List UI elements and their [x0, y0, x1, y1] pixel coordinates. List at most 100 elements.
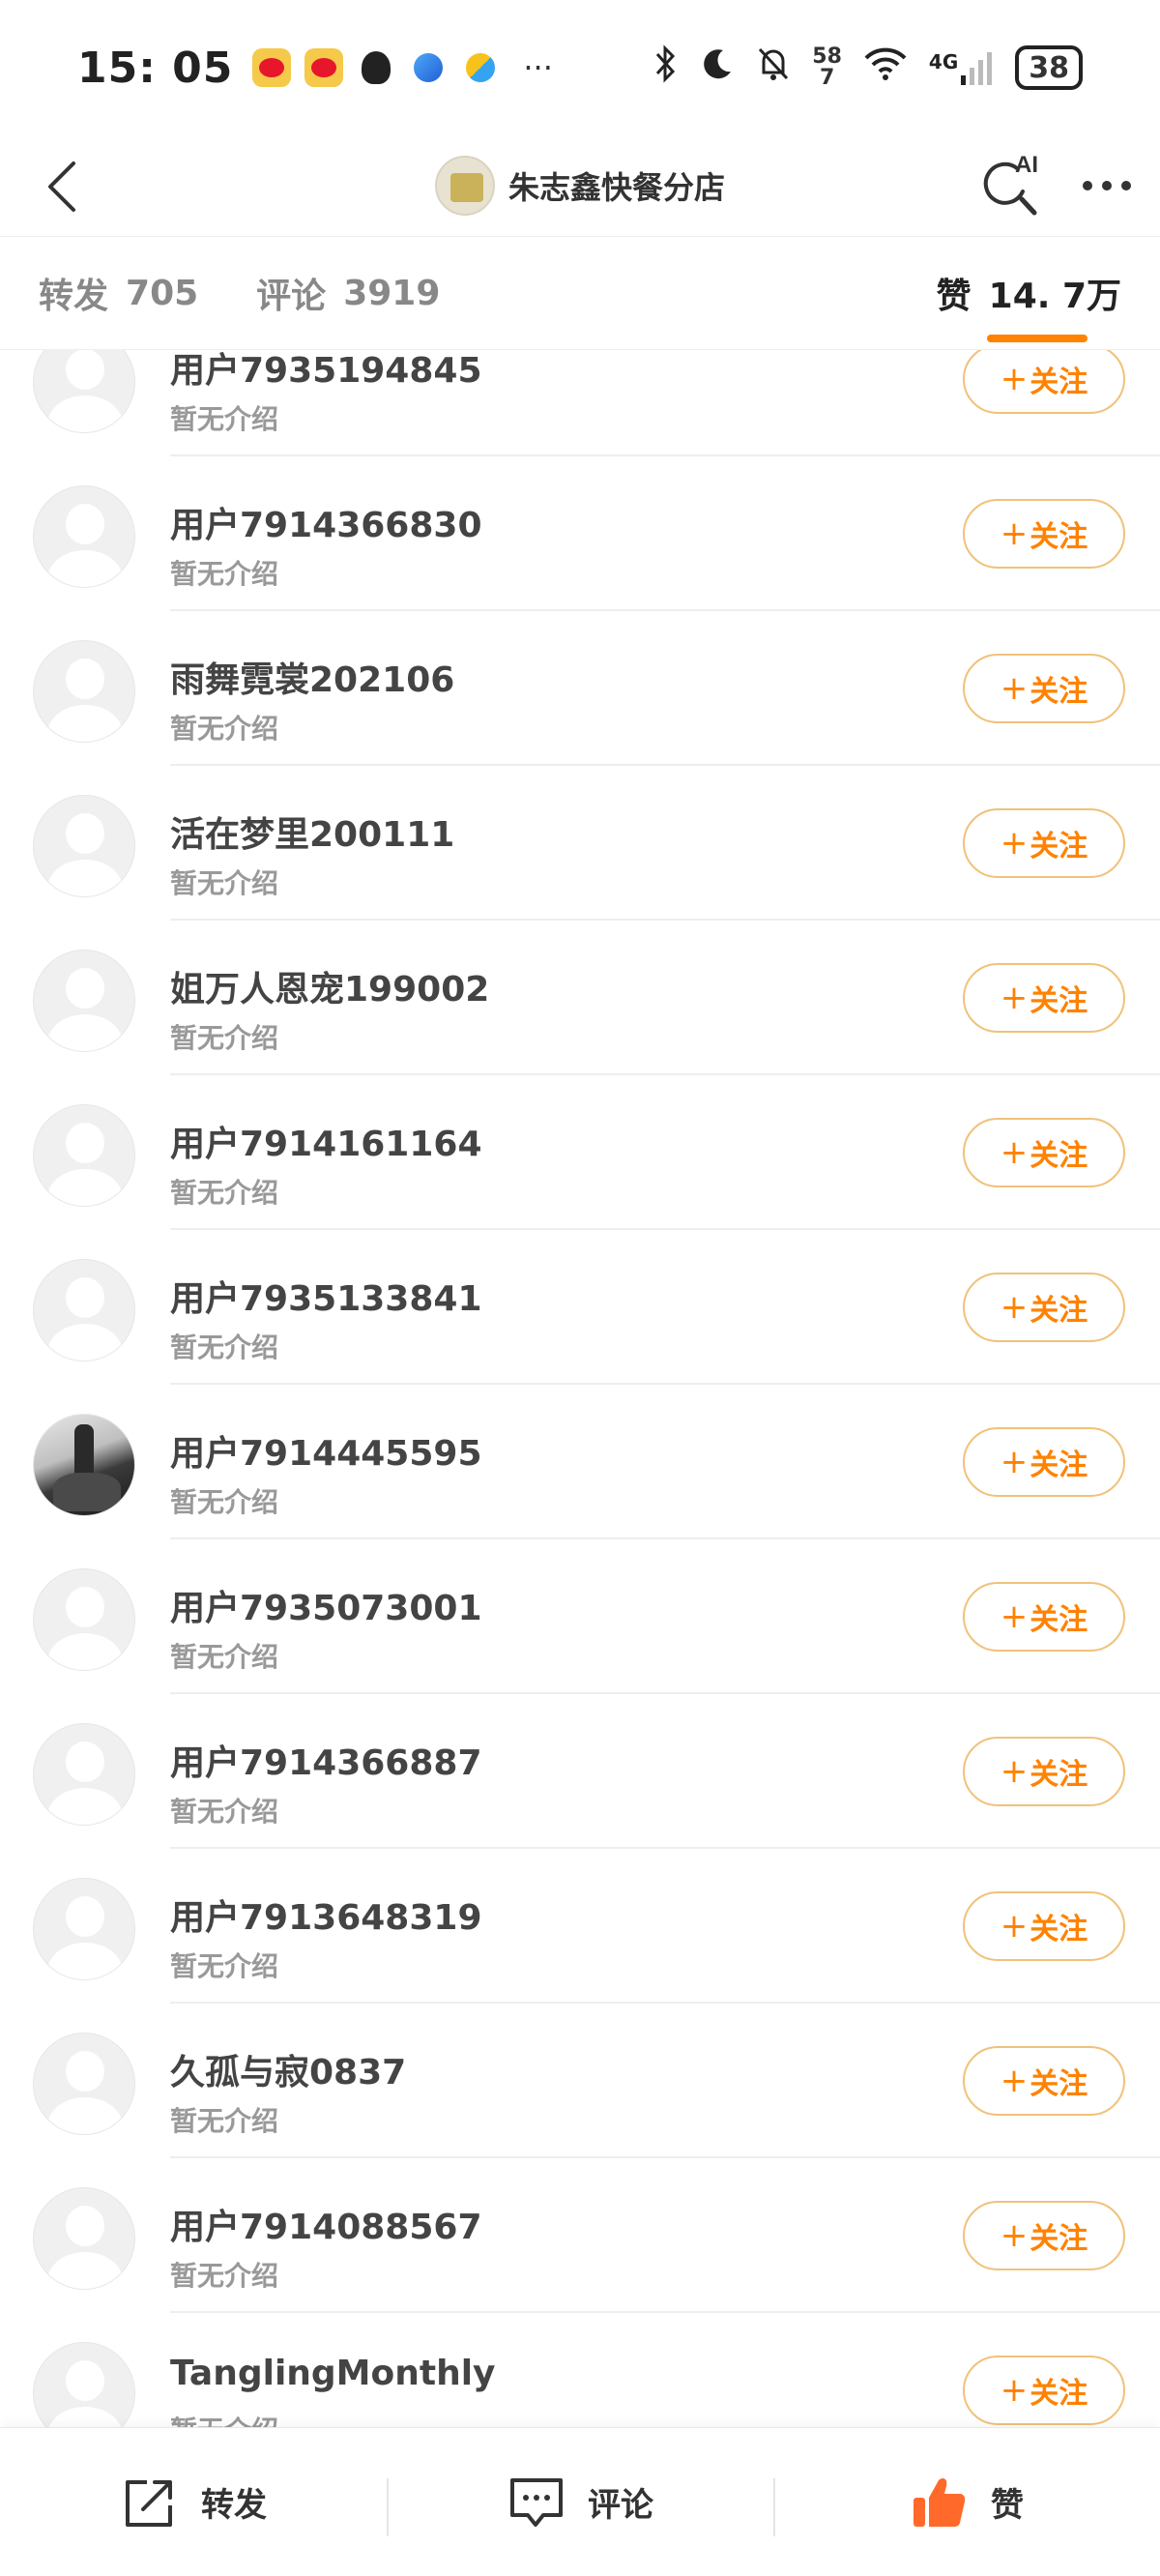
avatar[interactable] [33, 1878, 135, 1980]
tab-comment[interactable]: 评论 3919 [256, 236, 440, 350]
user-name[interactable]: 姐万人恩宠199002 [170, 961, 489, 1011]
follow-button[interactable]: + 关注 [963, 1427, 1125, 1497]
repost-button[interactable]: 转发 [0, 2459, 387, 2546]
tab-repost-count: 705 [126, 273, 199, 313]
user-bio: 暂无介绍 [170, 2105, 279, 2137]
moon-icon [700, 46, 735, 90]
more-dot-icon [1083, 181, 1092, 190]
avatar[interactable] [33, 1104, 135, 1207]
list-item[interactable]: 活在梦里200111 暂无介绍 + 关注 [0, 766, 1160, 921]
list-item[interactable]: 用户7935194845 暂无介绍 + 关注 [0, 350, 1160, 456]
follow-label: 关注 [1030, 1758, 1088, 1792]
pinwheel-app-icon [461, 48, 500, 87]
user-bio: 暂无介绍 [170, 713, 279, 745]
follow-button[interactable]: + 关注 [963, 350, 1125, 414]
avatar[interactable] [33, 2342, 135, 2427]
list-item[interactable]: TanglingMonthly 暂无介绍 +关注 [0, 2313, 1160, 2427]
list-item[interactable]: 用户7935133841 暂无介绍 + 关注 [0, 1230, 1160, 1385]
avatar[interactable] [33, 350, 135, 433]
interaction-tabs: 转发 705 评论 3919 赞 14. 7万 [0, 236, 1160, 350]
user-name[interactable]: 用户7914445595 [170, 1425, 482, 1476]
list-item[interactable]: 用户7935073001 暂无介绍 + 关注 [0, 1539, 1160, 1694]
avatar[interactable] [33, 950, 135, 1052]
follow-label: 关注 [1030, 1449, 1088, 1482]
avatar[interactable] [33, 1259, 135, 1361]
tab-like[interactable]: 赞 14. 7万 [937, 236, 1121, 350]
tab-repost-label: 转发 [39, 277, 109, 316]
weibo-app-icon [304, 48, 344, 87]
wifi-icon [863, 46, 908, 90]
follow-button[interactable]: + 关注 [963, 499, 1125, 569]
user-name[interactable]: 雨舞霓裳202106 [170, 652, 454, 702]
like-label: 赞 [991, 2486, 1024, 2525]
tab-repost[interactable]: 转发 705 [39, 236, 198, 350]
thumbs-up-icon [914, 2477, 966, 2527]
comment-button[interactable]: 评论 [387, 2459, 773, 2546]
follow-button[interactable]: + 关注 [963, 1891, 1125, 1961]
list-item[interactable]: 姐万人恩宠199002 暂无介绍 + 关注 [0, 921, 1160, 1075]
user-name[interactable]: 久孤与寂0837 [170, 2044, 406, 2094]
status-bar: 15: 05 ··· 58 7 4G 38 [0, 0, 1160, 135]
user-name[interactable]: 用户7913648319 [170, 1889, 482, 1940]
follow-button[interactable]: + 关注 [963, 808, 1125, 878]
user-name[interactable]: 用户7914161164 [170, 1116, 482, 1166]
avatar[interactable] [33, 2187, 135, 2290]
avatar[interactable] [33, 1414, 135, 1516]
liker-list[interactable]: 用户7935194845 暂无介绍 + 关注 用户7914366830 暂无介绍 + 关注 雨舞… [0, 350, 1160, 2427]
ai-search-button[interactable]: AI [980, 149, 1048, 222]
bottom-action-bar: 转发 评论 赞 [0, 2427, 1160, 2576]
user-name[interactable]: 用户7935194845 [170, 350, 482, 393]
tab-like-label: 赞 [936, 277, 972, 316]
back-button[interactable] [33, 153, 91, 220]
follow-label: 关注 [1030, 675, 1088, 709]
user-bio: 暂无介绍 [170, 867, 279, 899]
follow-button[interactable]: + 关注 [963, 654, 1125, 723]
repost-icon [126, 2479, 172, 2527]
nav-title-group[interactable]: 朱志鑫快餐分店 [434, 156, 725, 216]
avatar[interactable] [33, 485, 135, 588]
avatar[interactable] [33, 640, 135, 743]
weibo-app-icon [252, 48, 292, 87]
list-item[interactable]: 用户7913648319 暂无介绍 + 关注 [0, 1849, 1160, 2004]
follow-button[interactable]: + 关注 [963, 2046, 1125, 2116]
list-item[interactable]: 雨舞霓裳202106 暂无介绍 + 关注 [0, 611, 1160, 766]
more-options-button[interactable] [1083, 149, 1131, 222]
avatar[interactable] [33, 1568, 135, 1671]
plus-icon: + [1000, 979, 1029, 1017]
user-name[interactable]: 用户7914088567 [170, 2199, 482, 2249]
follow-button[interactable]: + 关注 [963, 2201, 1125, 2270]
account-avatar [434, 156, 495, 216]
user-name[interactable]: TanglingMonthly [170, 2354, 496, 2393]
like-button[interactable]: 赞 [773, 2459, 1160, 2546]
more-notifications-icon: ··· [523, 49, 553, 86]
list-item[interactable]: 用户7914366887 暂无介绍 + 关注 [0, 1694, 1160, 1849]
follow-button[interactable]: + 关注 [963, 963, 1125, 1033]
user-name[interactable]: 用户7935133841 [170, 1271, 482, 1321]
user-name[interactable]: 活在梦里200111 [170, 806, 454, 857]
follow-button[interactable]: + 关注 [963, 1273, 1125, 1342]
plus-icon: + [1000, 514, 1029, 553]
user-name[interactable]: 用户7935073001 [170, 1580, 482, 1630]
follow-button[interactable]: + 关注 [963, 1737, 1125, 1806]
plus-icon: + [1000, 1443, 1029, 1481]
user-name[interactable]: 用户7914366887 [170, 1735, 482, 1785]
avatar[interactable] [33, 2033, 135, 2135]
user-bio: 暂无介绍 [170, 558, 279, 590]
user-bio: 暂无介绍 [170, 1950, 279, 1982]
bell-muted-icon [756, 45, 791, 91]
follow-label: 关注 [1030, 2222, 1088, 2256]
avatar[interactable] [33, 795, 135, 897]
user-name[interactable]: 用户7914366830 [170, 497, 482, 547]
comment-label: 评论 [588, 2486, 653, 2525]
list-item[interactable]: 用户7914161164 暂无介绍 + 关注 [0, 1075, 1160, 1230]
follow-button[interactable]: + 关注 [963, 2356, 1125, 2425]
list-item[interactable]: 用户7914366830 暂无介绍 + 关注 [0, 456, 1160, 611]
list-item[interactable]: 用户7914445595 暂无介绍 + 关注 [0, 1385, 1160, 1539]
follow-button[interactable]: + 关注 [963, 1582, 1125, 1652]
more-dot-icon [1102, 181, 1112, 190]
signal-label: 4G [928, 50, 959, 73]
follow-button[interactable]: + 关注 [963, 1118, 1125, 1187]
avatar[interactable] [33, 1723, 135, 1826]
list-item[interactable]: 用户7914088567 暂无介绍 + 关注 [0, 2158, 1160, 2313]
list-item[interactable]: 久孤与寂0837 暂无介绍 + 关注 [0, 2004, 1160, 2158]
